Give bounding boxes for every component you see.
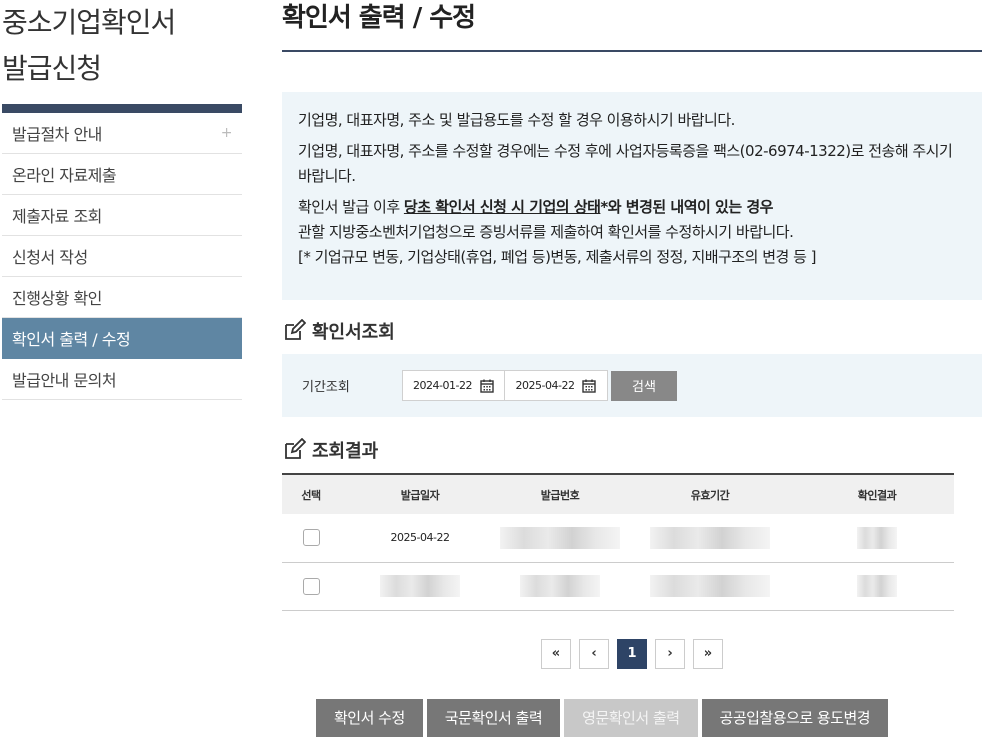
table-row [282,562,954,610]
search-section-heading: 확인서조회 [282,316,982,346]
edit-icon [285,319,306,340]
sidebar: 중소기업확인서 발급신청 발급절차 안내 + 온라인 자료제출 제출자료 조회 … [2,0,242,400]
issue-date-cell: 2025-04-22 [390,531,450,545]
notice-line: [* 기업규모 변동, 기업상태(휴업, 폐업 등)변동, 제출서류의 정정, … [298,248,817,266]
column-header-validity: 유효기간 [690,488,730,502]
first-page-button[interactable]: « [541,638,571,669]
sidebar-title-line2: 발급신청 [2,52,102,85]
sidebar-divider [2,104,242,113]
sidebar-item-online-submission[interactable]: 온라인 자료제출 [2,154,242,195]
row-checkbox[interactable] [302,529,320,547]
sidebar-item-label: 진행상황 확인 [12,289,102,308]
sidebar-menu: 발급절차 안내 + 온라인 자료제출 제출자료 조회 신청서 작성 진행상황 확… [2,113,242,400]
period-label: 기간조회 [302,380,350,395]
date-from-value: 2024-01-22 [413,379,472,392]
sidebar-item-certificate-print[interactable]: 확인서 출력 / 수정 [2,318,242,359]
pagination: « ‹ 1 › » [282,638,982,669]
print-korean-certificate-button[interactable]: 국문확인서 출력 [426,698,561,737]
sidebar-item-submission-lookup[interactable]: 제출자료 조회 [2,195,242,236]
section-title: 조회결과 [312,441,379,462]
notice-line: 관할 지방중소벤처기업청으로 증빙서류를 제출하여 확인서를 수정하시기 바랍니… [298,223,794,241]
plus-icon[interactable]: + [221,125,233,141]
sidebar-item-label: 신청서 작성 [12,248,88,267]
sidebar-item-label: 온라인 자료제출 [12,166,117,185]
table-row: 2025-04-22 [282,514,954,562]
notice-box: 기업명, 대표자명, 주소 및 발급용도를 수정 할 경우 이용하시기 바랍니다… [282,92,982,300]
sidebar-item-issue-procedure[interactable]: 발급절차 안내 + [2,113,242,154]
date-from-field[interactable]: 2024-01-22 [402,370,505,401]
redacted-issue-number [520,575,600,597]
row-checkbox[interactable] [302,577,320,595]
page-1-button[interactable]: 1 [617,638,647,669]
print-english-certificate-button[interactable]: 영문확인서 출력 [564,698,698,737]
sidebar-item-label: 제출자료 조회 [12,207,102,226]
sidebar-title: 중소기업확인서 발급신청 [2,0,242,92]
redacted-validity [650,575,770,597]
change-to-public-bid-button[interactable]: 공공입찰용으로 용도변경 [701,698,889,737]
sidebar-item-progress-check[interactable]: 진행상황 확인 [2,277,242,318]
notice-emphasis: 당초 확인서 신청 시 기업의 상태 [403,198,601,216]
page-title: 확인서 출력 / 수정 [282,3,476,33]
column-header-result: 확인결과 [857,488,897,502]
date-to-field[interactable]: 2025-04-22 [505,370,608,401]
sidebar-item-label: 발급절차 안내 [12,125,102,144]
sidebar-item-application-form[interactable]: 신청서 작성 [2,236,242,277]
section-title: 확인서조회 [312,322,395,343]
redacted-issue-date [380,575,460,597]
redacted-result [857,575,897,597]
date-to-value: 2025-04-22 [515,379,575,392]
calendar-icon[interactable] [582,379,597,393]
edit-icon [285,438,306,459]
notice-line: 기업명, 대표자명, 주소를 수정할 경우에는 수정 후에 사업자등록증을 팩스… [298,142,953,185]
title-divider [282,50,982,52]
sidebar-item-contact[interactable]: 발급안내 문의처 [2,359,242,400]
notice-text-bold: *와 변경된 내역이 있는 경우 [600,198,773,216]
sidebar-item-label: 확인서 출력 / 수정 [12,330,131,349]
edit-certificate-button[interactable]: 확인서 수정 [316,698,423,737]
main-content: 확인서 출력 / 수정 기업명, 대표자명, 주소 및 발급용도를 수정 할 경… [282,0,982,737]
redacted-issue-number [500,526,620,549]
notice-line: 확인서 발급 이후 당초 확인서 신청 시 기업의 상태*와 변경된 내역이 있… [298,195,966,220]
column-header-select: 선택 [301,488,321,502]
table-header-row: 선택 발급일자 발급번호 유효기간 확인결과 [282,474,954,514]
search-panel: 기간조회 2024-01-22 2025-04-22 검색 [282,354,982,417]
notice-line: 기업명, 대표자명, 주소 및 발급용도를 수정 할 경우 이용하시기 바랍니다… [298,111,735,129]
sidebar-title-line1: 중소기업확인서 [2,6,176,39]
next-page-button[interactable]: › [655,638,685,669]
results-table: 선택 발급일자 발급번호 유효기간 확인결과 2025-04-22 [282,473,954,611]
column-header-issue-number: 발급번호 [540,488,580,502]
redacted-result [857,526,897,549]
action-buttons: 확인서 수정 국문확인서 출력 영문확인서 출력 공공입찰용으로 용도변경 [282,698,982,737]
sidebar-item-label: 발급안내 문의처 [12,371,117,390]
prev-page-button[interactable]: ‹ [579,638,609,669]
redacted-validity [650,526,770,549]
last-page-button[interactable]: » [693,638,723,669]
search-button[interactable]: 검색 [611,370,677,401]
column-header-issue-date: 발급일자 [400,488,440,502]
results-section-heading: 조회결과 [282,435,982,465]
notice-text: 확인서 발급 이후 [298,198,404,216]
calendar-icon[interactable] [480,379,494,393]
